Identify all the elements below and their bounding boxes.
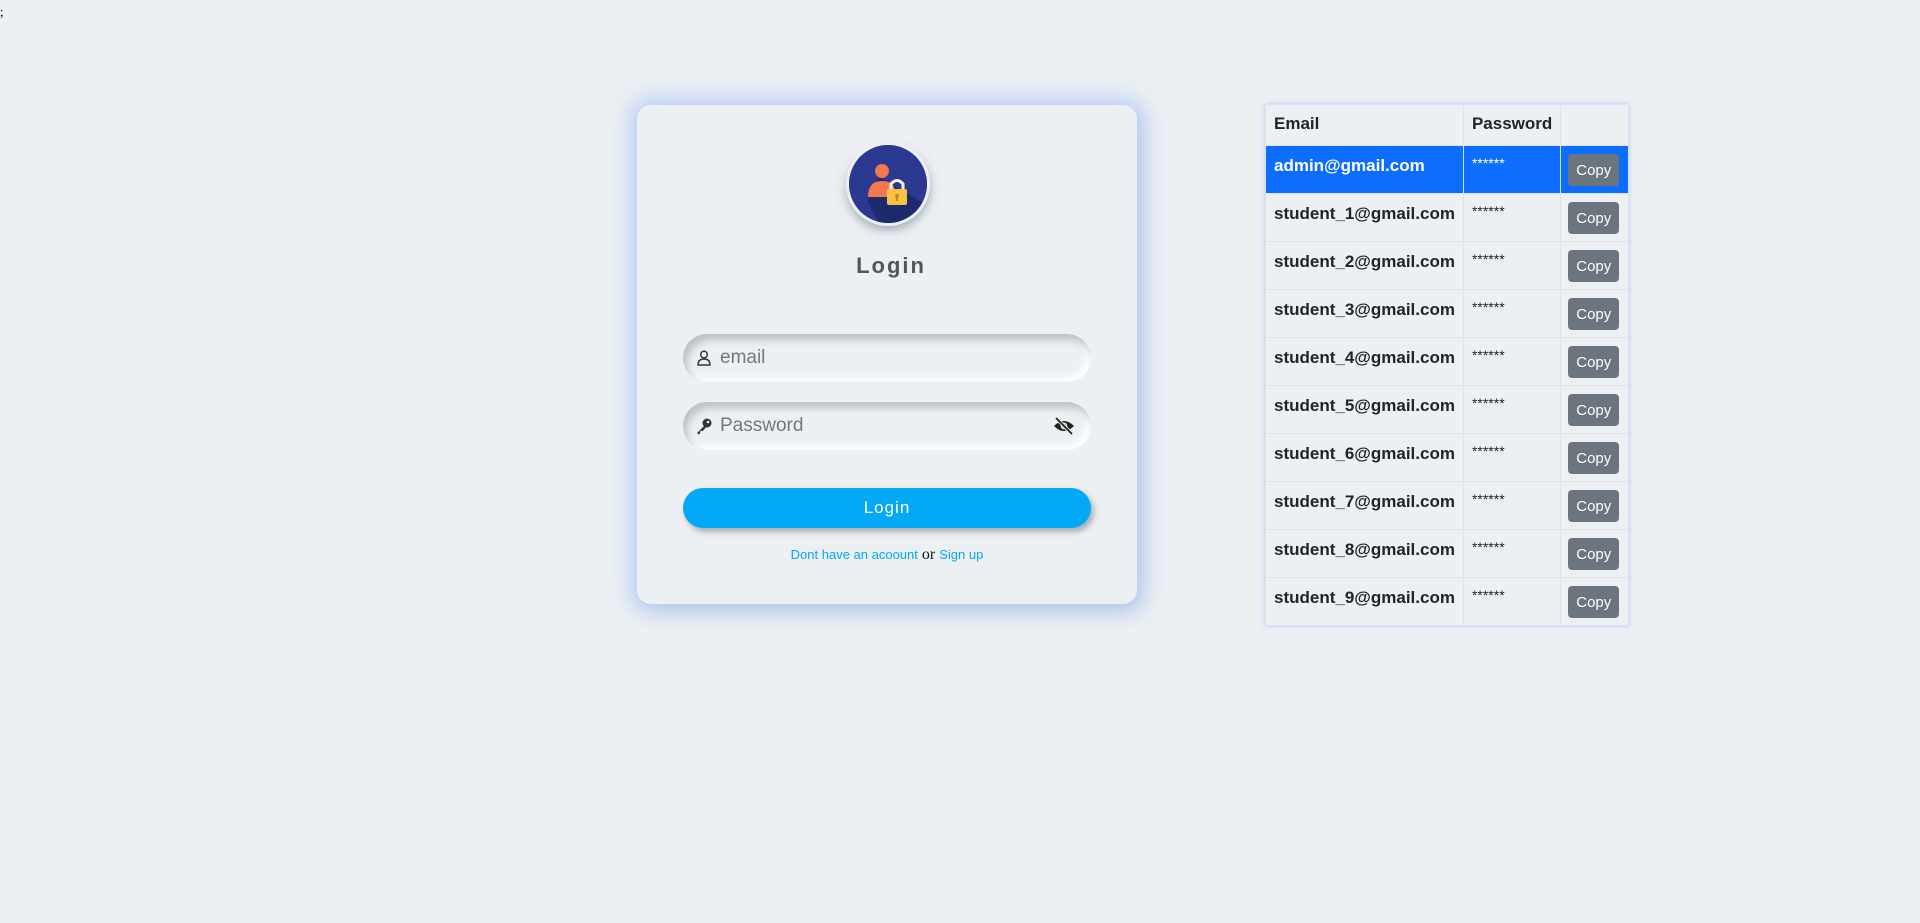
copy-cell: Copy [1560,145,1630,194]
or-text: or [921,546,936,563]
password-cell: ****** [1462,481,1562,530]
table-row[interactable]: student_9@gmail.com ****** Copy [1265,577,1630,626]
email-cell: student_2@gmail.com [1265,241,1464,290]
copy-button[interactable]: Copy [1568,298,1620,330]
password-cell: ****** [1462,433,1562,482]
password-cell: ****** [1462,529,1562,578]
copy-button[interactable]: Copy [1568,154,1620,186]
signup-link[interactable]: Sign up [939,547,983,562]
email-cell: student_6@gmail.com [1265,433,1464,482]
copy-cell: Copy [1560,289,1630,338]
table-row[interactable]: student_6@gmail.com ****** Copy [1265,433,1630,482]
copy-cell: Copy [1560,241,1630,290]
copy-cell: Copy [1560,577,1630,626]
copy-button[interactable]: Copy [1568,202,1620,234]
login-card: Login Login [637,105,1137,604]
copy-button[interactable]: Copy [1568,442,1620,474]
email-field[interactable] [683,334,1091,382]
password-cell: ****** [1462,193,1562,242]
copy-cell: Copy [1560,433,1630,482]
table-header-row: Email Password [1265,104,1630,146]
copy-button[interactable]: Copy [1568,586,1620,618]
copy-cell: Copy [1560,385,1630,434]
email-column-header: Email [1265,104,1464,146]
copy-button[interactable]: Copy [1568,394,1620,426]
table-row[interactable]: student_5@gmail.com ****** Copy [1265,385,1630,434]
table-row[interactable]: student_3@gmail.com ****** Copy [1265,289,1630,338]
login-button[interactable]: Login [683,488,1091,528]
table-row[interactable]: student_2@gmail.com ****** Copy [1265,241,1630,290]
action-column-header [1560,104,1630,146]
user-icon [692,346,716,370]
email-cell: student_7@gmail.com [1265,481,1464,530]
signup-prompt: Dont have an acoount or Sign up [637,546,1137,564]
user-lock-icon [849,145,927,223]
password-field[interactable] [683,402,1091,450]
password-input[interactable] [720,402,1051,450]
password-cell: ****** [1462,145,1562,194]
password-cell: ****** [1462,289,1562,338]
table-row[interactable]: student_8@gmail.com ****** Copy [1265,529,1630,578]
table-row[interactable]: student_4@gmail.com ****** Copy [1265,337,1630,386]
copy-button[interactable]: Copy [1568,346,1620,378]
copy-button[interactable]: Copy [1568,538,1620,570]
table-row[interactable]: student_7@gmail.com ****** Copy [1265,481,1630,530]
copy-cell: Copy [1560,337,1630,386]
key-icon [692,414,716,438]
login-title: Login [856,253,926,278]
email-cell: student_3@gmail.com [1265,289,1464,338]
email-cell: student_4@gmail.com [1265,337,1464,386]
credentials-table: Email Password admin@gmail.com ****** Co… [1265,104,1630,626]
email-cell: student_9@gmail.com [1265,577,1464,626]
email-input[interactable] [720,334,1091,382]
password-cell: ****** [1462,337,1562,386]
copy-cell: Copy [1560,529,1630,578]
email-cell: student_5@gmail.com [1265,385,1464,434]
email-cell: student_8@gmail.com [1265,529,1464,578]
copy-cell: Copy [1560,193,1630,242]
copy-cell: Copy [1560,481,1630,530]
password-cell: ****** [1462,577,1562,626]
table-row[interactable]: student_1@gmail.com ****** Copy [1265,193,1630,242]
user-lock-logo [846,142,930,226]
copy-button[interactable]: Copy [1568,490,1620,522]
password-column-header: Password [1462,104,1562,146]
stray-text: ; [0,4,4,19]
eye-slash-icon[interactable] [1051,414,1077,438]
email-cell: admin@gmail.com [1265,145,1464,194]
password-cell: ****** [1462,385,1562,434]
email-cell: student_1@gmail.com [1265,193,1464,242]
no-account-link[interactable]: Dont have an acoount [791,547,918,562]
copy-button[interactable]: Copy [1568,250,1620,282]
password-cell: ****** [1462,241,1562,290]
table-row[interactable]: admin@gmail.com ****** Copy [1265,145,1630,194]
